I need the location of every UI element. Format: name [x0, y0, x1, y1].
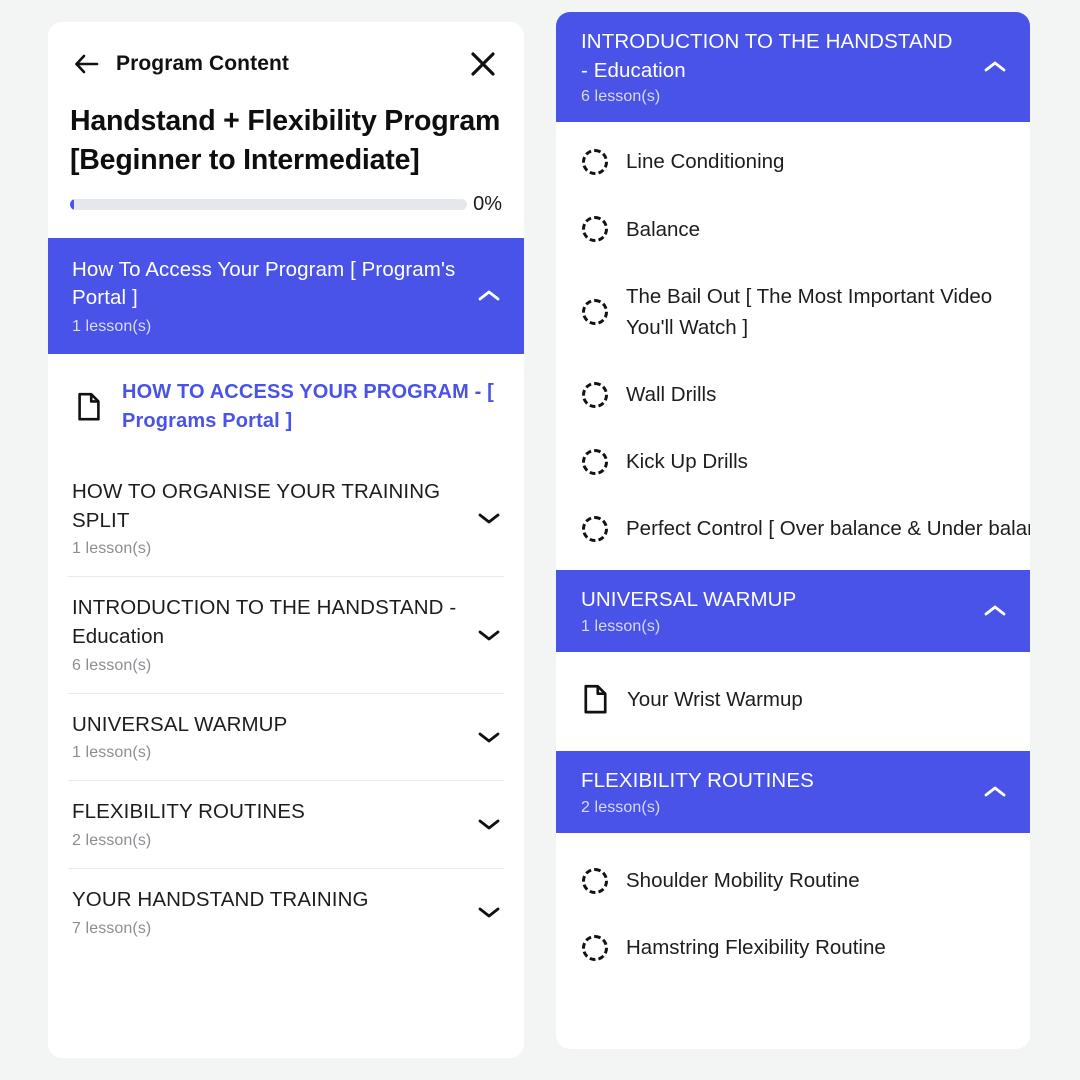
section-title: INTRODUCTION TO THE HANDSTAND - Educatio…: [581, 30, 953, 82]
lesson-detail-panel: INTRODUCTION TO THE HANDSTAND - Educatio…: [556, 12, 1030, 1049]
section-lesson-count: 6 lesson(s): [581, 88, 661, 106]
chevron-down-icon[interactable]: [476, 622, 502, 648]
section-text: INTRODUCTION TO THE HANDSTAND - Educatio…: [581, 28, 982, 106]
section-title: How To Access Your Program [ Program's P…: [72, 257, 456, 310]
dashed-circle-icon: [582, 934, 608, 961]
panel-header: Program Content: [48, 22, 524, 84]
section-header[interactable]: UNIVERSAL WARMUP 1 lesson(s): [48, 693, 524, 781]
section-title: YOUR HANDSTAND TRAINING: [72, 888, 369, 912]
section-lesson-count: 2 lesson(s): [581, 799, 661, 816]
section-header[interactable]: INTRODUCTION TO THE HANDSTAND - Educatio…: [48, 576, 524, 692]
section-text: INTRODUCTION TO THE HANDSTAND - Educatio…: [72, 594, 476, 674]
section-lessons-flexibility-routines: Shoulder Mobility Routine Hamstring Flex…: [556, 833, 1030, 990]
lesson-title: Shoulder Mobility Routine: [626, 869, 860, 892]
chevron-up-icon[interactable]: [476, 283, 502, 309]
section-lesson-count: 1 lesson(s): [72, 540, 152, 558]
section-flexibility-routines: FLEXIBILITY ROUTINES 2 lesson(s): [48, 780, 524, 868]
app-root: Program Content Handstand + Flexibility …: [0, 0, 1080, 1080]
section-lesson-count: 2 lesson(s): [72, 832, 152, 850]
section-how-to-access: How To Access Your Program [ Program's P…: [48, 237, 524, 461]
section-header-universal-warmup[interactable]: UNIVERSAL WARMUP 1 lesson(s): [556, 570, 1030, 653]
lesson-item[interactable]: Perfect Control [ Over balance & Under b…: [556, 495, 1030, 562]
left-section-list: How To Access Your Program [ Program's P…: [48, 237, 524, 1058]
program-progress: 0%: [48, 181, 524, 216]
arrow-left-icon[interactable]: [72, 49, 102, 79]
section-lesson-count: 1 lesson(s): [581, 618, 661, 636]
lesson-item[interactable]: Kick Up Drills: [556, 428, 1030, 495]
chevron-down-icon[interactable]: [476, 811, 502, 837]
chevron-up-icon[interactable]: [982, 598, 1008, 624]
section-header[interactable]: HOW TO ORGANISE YOUR TRAINING SPLIT 1 le…: [48, 460, 524, 576]
section-title: FLEXIBILITY ROUTINES: [72, 800, 305, 824]
close-icon[interactable]: [466, 47, 500, 81]
lesson-item[interactable]: Wall Drills: [556, 361, 1030, 428]
chevron-down-icon[interactable]: [476, 505, 502, 531]
lesson-title: Wall Drills: [626, 383, 717, 406]
section-text: UNIVERSAL WARMUP 1 lesson(s): [581, 586, 982, 636]
lesson-item[interactable]: Hamstring Flexibility Routine: [556, 914, 1030, 981]
dashed-circle-icon: [582, 148, 608, 175]
lesson-item[interactable]: Shoulder Mobility Routine: [556, 847, 1030, 914]
section-text: UNIVERSAL WARMUP 1 lesson(s): [72, 711, 476, 763]
page-title: Program Content: [116, 52, 290, 75]
lesson-title: Your Wrist Warmup: [627, 688, 803, 712]
section-title: HOW TO ORGANISE YOUR TRAINING SPLIT: [72, 480, 441, 532]
progress-percent-label: 0%: [473, 192, 502, 215]
lesson-title: Kick Up Drills: [626, 450, 748, 474]
dashed-circle-icon: [582, 298, 608, 325]
lesson-item[interactable]: The Bail Out [ The Most Important Video …: [556, 263, 1030, 361]
lesson-item[interactable]: Line Conditioning: [556, 128, 1030, 195]
section-lesson-count: 7 lesson(s): [72, 919, 152, 937]
dashed-circle-icon: [582, 867, 608, 894]
lesson-title: HOW TO ACCESS YOUR PROGRAM - [ Programs …: [122, 381, 494, 433]
program-title: Handstand + Flexibility Program [Beginne…: [70, 105, 501, 177]
lesson-title: Hamstring Flexibility Routine: [626, 936, 886, 960]
section-how-to-organise: HOW TO ORGANISE YOUR TRAINING SPLIT 1 le…: [48, 460, 524, 576]
document-icon: [582, 684, 609, 715]
chevron-down-icon[interactable]: [476, 724, 502, 750]
lesson-item[interactable]: Your Wrist Warmup: [556, 662, 1030, 737]
section-header[interactable]: FLEXIBILITY ROUTINES 2 lesson(s): [48, 780, 524, 868]
lesson-title: Balance: [626, 217, 701, 241]
section-title: UNIVERSAL WARMUP: [581, 588, 797, 612]
dashed-circle-icon: [582, 515, 608, 542]
program-content-panel: Program Content Handstand + Flexibility …: [48, 22, 524, 1058]
section-lessons: HOW TO ACCESS YOUR PROGRAM - [ Programs …: [48, 354, 524, 461]
section-title: FLEXIBILITY ROUTINES: [581, 769, 814, 793]
lesson-title: Line Conditioning: [626, 150, 785, 174]
section-lesson-count: 6 lesson(s): [72, 656, 152, 674]
dashed-circle-icon: [582, 448, 608, 475]
lesson-item[interactable]: HOW TO ACCESS YOUR PROGRAM - [ Programs …: [48, 354, 524, 460]
section-lesson-count: 1 lesson(s): [72, 318, 152, 336]
section-header[interactable]: YOUR HANDSTAND TRAINING 7 lesson(s): [48, 868, 524, 956]
section-universal-warmup: UNIVERSAL WARMUP 1 lesson(s): [48, 692, 524, 781]
section-text: YOUR HANDSTAND TRAINING 7 lesson(s): [72, 886, 476, 938]
section-text: How To Access Your Program [ Program's P…: [72, 256, 476, 336]
lesson-item[interactable]: Balance: [556, 196, 1030, 263]
section-text: FLEXIBILITY ROUTINES 2 lesson(s): [581, 767, 982, 817]
section-header-flexibility-routines[interactable]: FLEXIBILITY ROUTINES 2 lesson(s): [556, 751, 1030, 833]
section-text: HOW TO ORGANISE YOUR TRAINING SPLIT 1 le…: [72, 478, 476, 558]
section-text: FLEXIBILITY ROUTINES 2 lesson(s): [72, 798, 476, 850]
document-icon: [72, 392, 106, 422]
chevron-up-icon[interactable]: [982, 54, 1008, 80]
section-header-introduction-handstand[interactable]: INTRODUCTION TO THE HANDSTAND - Educatio…: [556, 12, 1030, 123]
progress-bar-fill: [70, 198, 74, 210]
section-header[interactable]: How To Access Your Program [ Program's P…: [48, 237, 524, 355]
section-lesson-count: 1 lesson(s): [72, 744, 152, 762]
progress-bar-track: [70, 198, 468, 210]
lesson-title: Perfect Control [ Over balance & Under b…: [626, 517, 1030, 541]
lesson-title: The Bail Out [ The Most Important Video …: [626, 284, 993, 339]
dashed-circle-icon: [582, 216, 608, 243]
section-your-handstand-training: YOUR HANDSTAND TRAINING 7 lesson(s): [48, 868, 524, 956]
dashed-circle-icon: [582, 381, 608, 408]
chevron-up-icon[interactable]: [982, 779, 1008, 805]
chevron-down-icon[interactable]: [476, 899, 502, 925]
section-introduction-handstand: INTRODUCTION TO THE HANDSTAND - Educatio…: [48, 576, 524, 692]
section-lessons-introduction-handstand: Line Conditioning Balance The Bail Out […: [556, 122, 1030, 571]
section-lessons-universal-warmup: Your Wrist Warmup: [556, 652, 1030, 752]
section-title: INTRODUCTION TO THE HANDSTAND - Educatio…: [72, 596, 457, 649]
section-title: UNIVERSAL WARMUP: [72, 712, 288, 736]
